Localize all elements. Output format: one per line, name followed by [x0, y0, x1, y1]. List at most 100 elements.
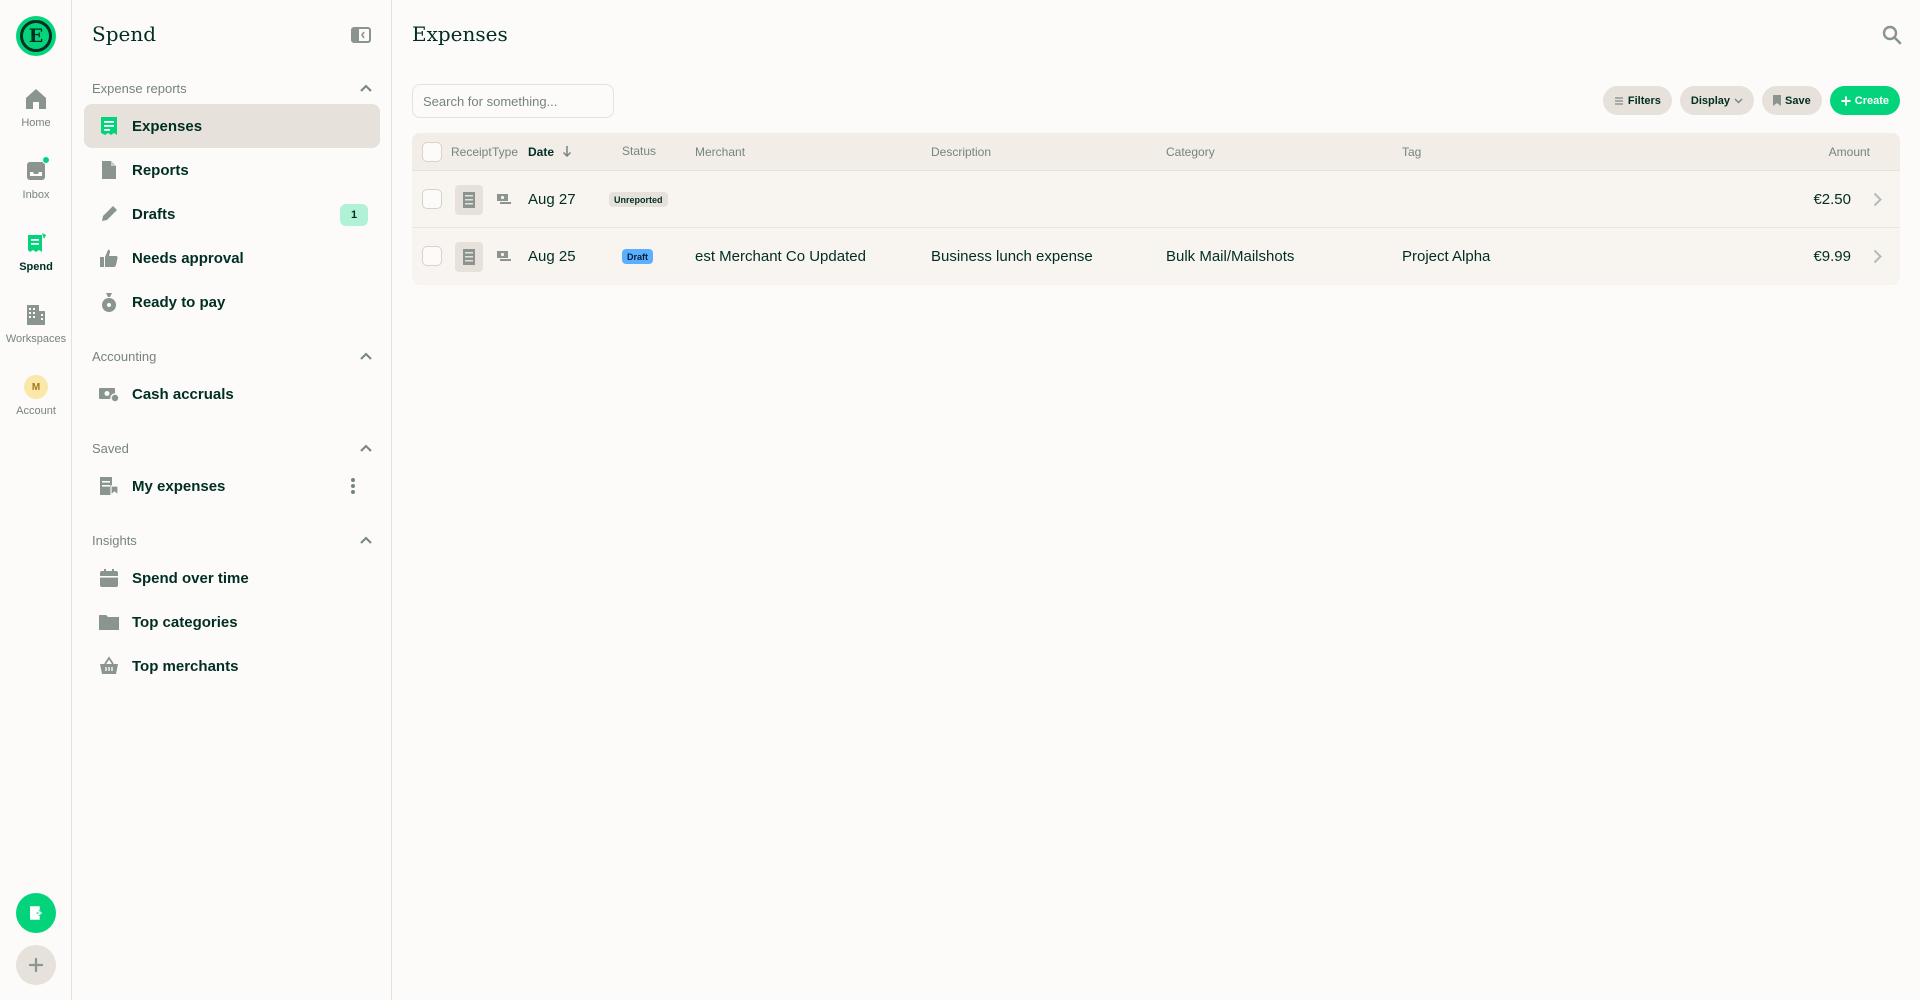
row-tag: Project Alpha	[1402, 248, 1491, 265]
row-amount: €2.50	[1813, 191, 1851, 208]
sidebar-item-reports[interactable]: Reports	[84, 148, 380, 192]
kebab-menu-icon	[351, 478, 355, 494]
expenses-table: Receipt Type Date Status Merchant Descri…	[412, 133, 1900, 285]
column-header-description[interactable]: Description	[931, 145, 991, 159]
document-icon	[98, 159, 120, 181]
display-label: Display	[1690, 94, 1731, 107]
chevron-up-icon	[360, 84, 372, 92]
status-badge: Draft	[622, 249, 654, 264]
table-row[interactable]: Aug 27 Unreported €2.50	[412, 171, 1900, 228]
sidebar-item-label: Cash accruals	[132, 385, 234, 403]
spend-sidebar: Spend Expense reports Expenses Reports D…	[72, 0, 392, 1000]
rail-label-inbox: Inbox	[22, 189, 50, 201]
display-dropdown[interactable]: Display	[1679, 86, 1755, 115]
rail-label-account: Account	[16, 405, 56, 417]
row-checkbox[interactable]	[422, 189, 442, 209]
sidebar-item-expenses[interactable]: Expenses	[84, 104, 380, 148]
receipt-placeholder-icon	[463, 192, 475, 208]
row-date: Aug 27	[528, 191, 576, 208]
basket-icon	[98, 655, 120, 677]
create-label: Create	[1854, 94, 1889, 107]
sidebar-item-drafts[interactable]: Drafts 1	[84, 192, 380, 236]
column-header-type[interactable]: Type	[492, 145, 518, 159]
sort-descending-icon	[563, 146, 572, 158]
receipt-placeholder-icon	[463, 249, 475, 265]
calendar-icon	[98, 567, 120, 589]
save-button[interactable]: Save	[1762, 86, 1822, 115]
sidebar-title: Spend	[92, 22, 157, 46]
rail-label-spend: Spend	[19, 261, 53, 273]
sidebar-item-top-merchants[interactable]: Top merchants	[84, 644, 380, 688]
rail-item-workspaces[interactable]: Workspaces	[0, 302, 72, 362]
column-header-category[interactable]: Category	[1166, 145, 1215, 159]
home-icon	[23, 86, 49, 112]
section-accounting[interactable]: Accounting	[92, 346, 372, 366]
sidebar-item-label: Top merchants	[132, 657, 239, 675]
column-header-receipt[interactable]: Receipt	[451, 145, 492, 159]
section-expense-reports[interactable]: Expense reports	[92, 78, 372, 98]
sidebar-item-label: Expenses	[132, 117, 203, 135]
rail-item-home[interactable]: Home	[0, 86, 72, 146]
receipt-plus-icon	[30, 906, 43, 920]
sidebar-item-my-expenses[interactable]: My expenses	[84, 464, 380, 508]
row-description: Business lunch expense	[931, 248, 1093, 265]
rail-item-account[interactable]: M Account	[0, 374, 72, 434]
sidebar-item-label: Drafts	[132, 205, 176, 223]
folder-icon	[98, 611, 120, 633]
column-header-amount[interactable]: Amount	[1829, 145, 1870, 159]
sidebar-collapse-icon	[351, 27, 371, 43]
expensify-logo[interactable]: E	[16, 16, 56, 56]
chevron-right-icon[interactable]	[1873, 192, 1882, 212]
global-search-button[interactable]	[1882, 25, 1902, 50]
section-insights[interactable]: Insights	[92, 530, 372, 550]
search-icon	[1882, 25, 1902, 45]
plus-icon	[28, 957, 44, 973]
rail-label-workspaces: Workspaces	[5, 333, 67, 345]
sidebar-item-label: Top categories	[132, 613, 238, 631]
rail-item-inbox[interactable]: Inbox	[0, 156, 72, 218]
page-title: Expenses	[412, 22, 508, 46]
row-checkbox[interactable]	[422, 246, 442, 266]
chevron-right-icon[interactable]	[1873, 249, 1882, 269]
sidebar-item-label: Needs approval	[132, 249, 244, 267]
sidebar-item-cash-accruals[interactable]: Cash accruals	[84, 372, 380, 416]
receipt-icon	[23, 230, 49, 256]
filters-button[interactable]: Filters	[1602, 86, 1672, 115]
more-options-button[interactable]	[350, 477, 356, 500]
sidebar-item-label: Spend over time	[132, 569, 249, 587]
section-label: Insights	[92, 532, 137, 548]
sidebar-item-label: Reports	[132, 161, 189, 179]
new-expense-button[interactable]	[16, 893, 56, 933]
sidebar-item-spend-over-time[interactable]: Spend over time	[84, 556, 380, 600]
sidebar-item-top-categories[interactable]: Top categories	[84, 600, 380, 644]
create-button[interactable]: Create	[1829, 86, 1900, 115]
toolbar: Filters Display Save Create	[1602, 86, 1900, 115]
sidebar-item-ready-to-pay[interactable]: Ready to pay	[84, 280, 380, 324]
sidebar-item-needs-approval[interactable]: Needs approval	[84, 236, 380, 280]
add-button[interactable]	[16, 945, 56, 985]
column-header-status[interactable]: Status	[622, 144, 656, 158]
section-label: Saved	[92, 440, 129, 456]
chevron-up-icon	[360, 536, 372, 544]
column-header-merchant[interactable]: Merchant	[695, 145, 745, 159]
chevron-down-icon	[1734, 98, 1743, 103]
sidebar-item-label: My expenses	[132, 477, 226, 495]
rail-item-spend[interactable]: Spend	[0, 230, 72, 290]
logo-letter: E	[20, 20, 52, 52]
avatar: M	[24, 375, 48, 399]
table-row[interactable]: Aug 25 Draft est Merchant Co Updated Bus…	[412, 228, 1900, 285]
receipt-thumbnail[interactable]	[455, 242, 483, 272]
collapse-sidebar-button[interactable]	[351, 27, 371, 48]
row-merchant: est Merchant Co Updated	[695, 248, 866, 265]
cash-icon	[496, 249, 512, 268]
row-date: Aug 25	[528, 248, 576, 265]
search-input[interactable]	[412, 84, 614, 118]
inbox-unread-dot	[42, 156, 50, 164]
select-all-checkbox[interactable]	[422, 142, 442, 162]
money-bag-icon	[98, 291, 120, 313]
main-content: Expenses Filters Display Save Create Rec…	[392, 0, 1920, 1000]
receipt-thumbnail[interactable]	[455, 185, 483, 215]
section-saved[interactable]: Saved	[92, 438, 372, 458]
column-header-date[interactable]: Date	[528, 145, 572, 159]
column-header-tag[interactable]: Tag	[1402, 145, 1421, 159]
